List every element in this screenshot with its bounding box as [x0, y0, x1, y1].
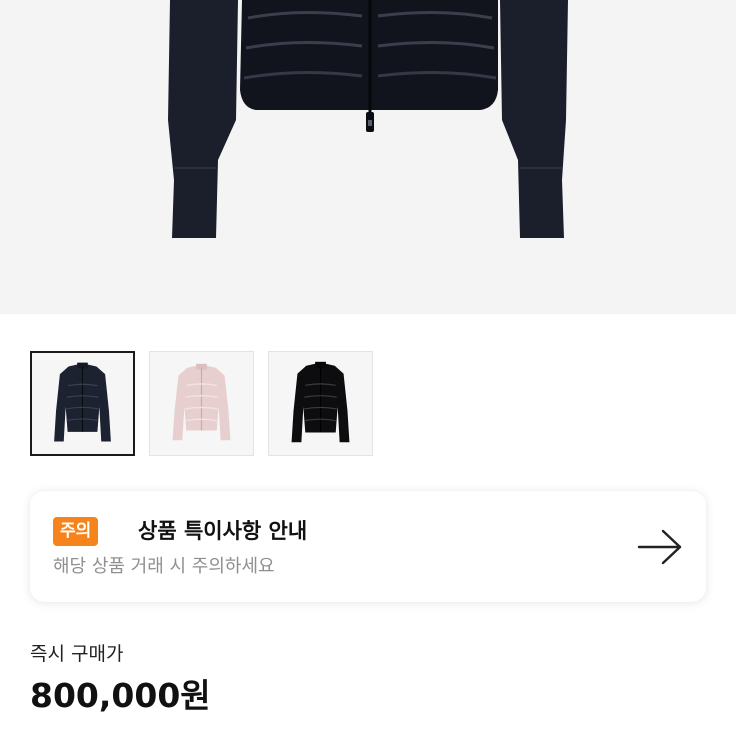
black-jacket-thumbnail	[291, 361, 350, 443]
navy-jacket-thumbnail	[54, 362, 111, 442]
caution-badge: 주의	[53, 517, 99, 546]
notice-title: 상품 특이사항 안내	[138, 519, 308, 543]
notice-subtitle: 해당 상품 거래 시 주의하세요	[53, 556, 275, 577]
thumbnail-navy-jacket[interactable]	[30, 351, 135, 456]
product-main-image[interactable]	[0, 0, 736, 314]
pink-jacket-thumbnail	[172, 363, 231, 441]
thumbnail-pink-jacket[interactable]	[149, 351, 254, 456]
arrow-right-icon[interactable]	[636, 527, 684, 567]
thumbnail-black-jacket[interactable]	[268, 351, 373, 456]
product-notice-card[interactable]: 주의 상품 특이사항 안내 해당 상품 거래 시 주의하세요	[30, 491, 706, 602]
jacket-image	[168, 0, 568, 238]
thumbnail-strip	[30, 351, 373, 456]
instant-buy-price: 800,000원	[30, 676, 211, 715]
instant-buy-price-label: 즉시 구매가	[30, 643, 124, 665]
